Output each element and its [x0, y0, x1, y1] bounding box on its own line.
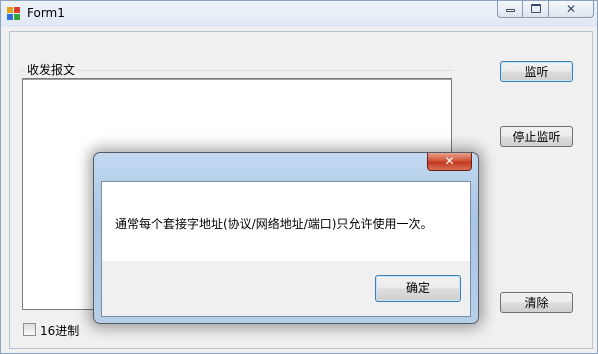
stop-listen-button[interactable]: 停止监听	[500, 126, 573, 147]
close-icon: ✕	[565, 2, 577, 16]
maximize-icon	[531, 4, 541, 13]
minimize-icon	[506, 9, 515, 12]
window-controls: ✕	[497, 1, 594, 19]
dialog-close-button[interactable]: ✕	[427, 153, 472, 171]
title-bar[interactable]: Form1 ✕	[1, 1, 597, 27]
minimize-button[interactable]	[497, 1, 523, 18]
dialog-body: 通常每个套接字地址(协议/网络地址/端口)只允许使用一次。 确定	[101, 181, 471, 317]
groupbox-border	[20, 70, 454, 71]
maximize-button[interactable]	[523, 1, 549, 18]
listen-button[interactable]: 监听	[500, 61, 573, 82]
error-dialog: ✕ 通常每个套接字地址(协议/网络地址/端口)只允许使用一次。 确定	[93, 152, 479, 324]
hex-checkbox-label[interactable]: 16进制	[40, 322, 79, 339]
dialog-message-area: 通常每个套接字地址(协议/网络地址/端口)只允许使用一次。	[102, 182, 470, 261]
clear-button[interactable]: 清除	[500, 292, 573, 313]
dialog-message: 通常每个套接字地址(协议/网络地址/端口)只允许使用一次。	[115, 217, 433, 231]
hex-checkbox[interactable]	[23, 323, 36, 336]
message-group-label: 收发报文	[25, 61, 78, 78]
window-title: Form1	[27, 6, 65, 20]
app-icon	[7, 7, 21, 21]
close-button[interactable]: ✕	[549, 1, 594, 18]
dialog-ok-button[interactable]: 确定	[375, 275, 461, 302]
